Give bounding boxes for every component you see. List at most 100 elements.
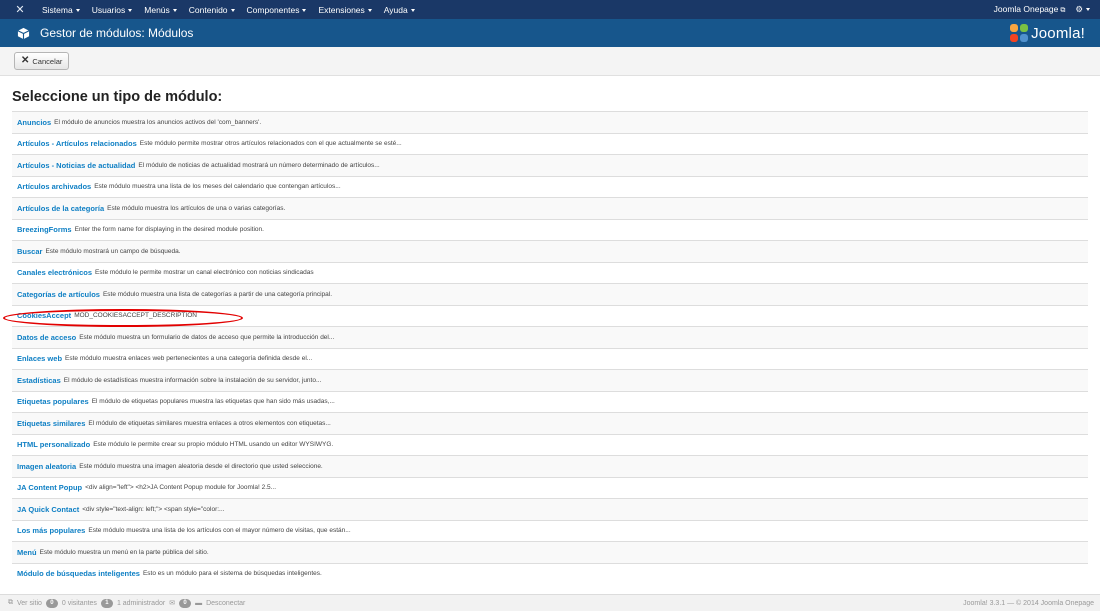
top-navbar: ✕ Sistema Usuarios Menús Contenido Compo… [0,0,1100,19]
caret-down-icon [367,8,372,12]
external-link-icon: ⧉ [1060,7,1066,14]
module-description: Enter the form name for displaying in th… [74,226,264,234]
site-link-label: Joomla Onepage [993,4,1059,14]
menu-label: Menús [144,4,170,15]
module-description: Este módulo muestra un menú en la parte … [39,548,209,556]
module-description: Este módulo muestra una lista de los mes… [94,183,341,191]
joomla-menu-icon[interactable]: ✕ [8,0,32,19]
caret-down-icon [230,8,235,12]
module-description: El módulo de etiquetas similares muestra… [88,419,331,427]
list-item: JA Quick Contact <div style="text-align: … [12,498,1088,520]
module-link[interactable]: Datos de acceso [17,333,76,342]
footer-status: ⧉ Ver sitio 0 0 visitantes 1 1 administr… [8,598,245,608]
menu-label: Ayuda [383,4,408,15]
menu-componentes[interactable]: Componentes [241,5,313,15]
title-bar: Gestor de módulos: Módulos Joomla! [0,19,1100,47]
module-link[interactable]: Los más populares [17,526,85,535]
view-site-link[interactable]: Ver sitio [17,600,42,607]
list-item: Artículos archivados Este módulo muestra … [12,175,1088,198]
module-link[interactable]: Enlaces web [17,354,62,363]
list-item: Anuncios El módulo de anuncios muestra lo… [12,111,1088,133]
module-link[interactable]: JA Content Popup [17,483,82,492]
user-settings-menu[interactable]: ⚙ [1075,4,1090,15]
module-link[interactable]: Buscar [17,247,42,256]
module-link[interactable]: BreezingForms [17,225,72,234]
caret-down-icon [1086,8,1090,12]
module-link[interactable]: Etiquetas populares [17,397,89,406]
module-description: Este módulo muestra una lista de los art… [88,527,351,535]
minus-icon: ▬ [195,599,203,607]
menu-label: Extensiones [318,4,365,15]
module-description: Este módulo muestra una lista de categor… [102,290,333,298]
menu-sistema[interactable]: Sistema [36,5,86,15]
list-item: Etiquetas similares El módulo de etiqueta… [12,412,1088,434]
module-link[interactable]: Etiquetas similares [17,419,85,428]
list-item: CookiesAccept MOD_COOKIESACCEPT_DESCRIPTI… [12,304,1088,327]
menu-contenido[interactable]: Contenido [183,5,241,15]
list-item: Menú Este módulo muestra un menú en la pa… [12,541,1088,563]
caret-down-icon [75,8,80,12]
module-link[interactable]: Menú [17,548,37,557]
cancel-button[interactable]: ✕ Cancelar [14,52,70,70]
module-description: Este módulo muestra un formulario de dat… [79,333,335,341]
list-item: JA Content Popup <div align="left"> <h2>J… [12,476,1088,499]
module-description: Este módulo muestra los artículos de una… [107,204,286,212]
caret-down-icon [128,8,133,12]
module-link[interactable]: Estadísticas [17,376,61,385]
module-link[interactable]: Canales electrónicos [17,268,92,277]
module-description: El módulo de estadísticas muestra inform… [63,376,322,384]
menu-ayuda[interactable]: Ayuda [378,5,421,15]
toolbar: ✕ Cancelar [0,47,1100,76]
module-link[interactable]: Imagen aleatoria [17,462,76,471]
module-link[interactable]: Artículos - Artículos relacionados [17,139,137,148]
module-description: Este módulo le permite mostrar un canal … [95,269,314,277]
module-link[interactable]: Categorías de artículos [17,290,100,299]
menu-label: Usuarios [91,4,126,15]
list-item: Datos de acceso Este módulo muestra un fo… [12,326,1088,348]
module-description: Este módulo permite mostrar otros artícu… [139,140,402,148]
module-description: MOD_COOKIESACCEPT_DESCRIPTION [74,312,197,320]
module-link[interactable]: JA Quick Contact [17,505,79,514]
list-item: HTML personalizado Este módulo le permite… [12,433,1088,456]
logout-link[interactable]: Desconectar [206,600,245,607]
menu-label: Contenido [188,4,228,15]
module-link[interactable]: Artículos archivados [17,182,91,191]
list-item: Los más populares Este módulo muestra una… [12,519,1088,542]
caret-down-icon [410,8,415,12]
envelope-icon: ✉ [169,600,176,607]
list-item: Canales electrónicos Este módulo le permi… [12,261,1088,284]
module-type-list: Anuncios El módulo de anuncios muestra lo… [12,111,1088,584]
joomla-logo: Joomla! [1010,22,1085,44]
module-link[interactable]: Artículos - Noticias de actualidad [17,161,135,170]
module-link[interactable]: Anuncios [17,118,51,127]
list-item: Buscar Este módulo mostrará un campo de b… [12,240,1088,262]
module-link[interactable]: Artículos de la categoría [17,204,104,213]
module-link[interactable]: CookiesAccept [17,311,71,320]
module-description: Este módulo muestra enlaces web pertenec… [65,355,313,363]
module-description: Esto es un módulo para el sistema de bús… [142,570,322,578]
module-description: El módulo de etiquetas populares muestra… [91,398,335,406]
module-link[interactable]: HTML personalizado [17,440,90,449]
visitors-badge: 0 [45,598,58,608]
list-item: Artículos - Noticias de actualidad El mód… [12,154,1088,176]
menu-menus[interactable]: Menús [138,5,183,15]
cancel-label: Cancelar [32,56,63,66]
section-heading: Seleccione un tipo de módulo: [12,89,223,105]
admins-badge: 1 [100,598,113,608]
list-item: BreezingForms Enter the form name for dis… [12,218,1088,241]
site-link[interactable]: Joomla Onepage ⧉ [994,4,1066,15]
module-description: Este módulo muestra una imagen aleatoria… [79,462,323,470]
caret-down-icon [302,8,307,12]
module-link[interactable]: Módulo de búsquedas inteligentes [17,569,140,578]
list-item: Estadísticas El módulo de estadísticas mu… [12,369,1088,391]
menu-extensiones[interactable]: Extensiones [312,5,377,15]
external-link-icon: ⧉ [8,599,13,606]
module-description: El módulo de anuncios muestra los anunci… [54,118,262,126]
menu-usuarios[interactable]: Usuarios [86,5,139,15]
footer-version: Joomla! 3.3.1 — © 2014 Joomla Onepage [963,600,1094,607]
module-description: <div align="left"> <h2>JA Content Popup … [85,484,277,492]
gear-icon: ⚙ [1075,4,1083,14]
module-description: Este módulo le permite crear su propio m… [93,441,334,449]
list-item: Módulo de búsquedas inteligentes Esto es … [12,562,1088,585]
list-item: Artículos - Artículos relacionados Este m… [12,132,1088,155]
